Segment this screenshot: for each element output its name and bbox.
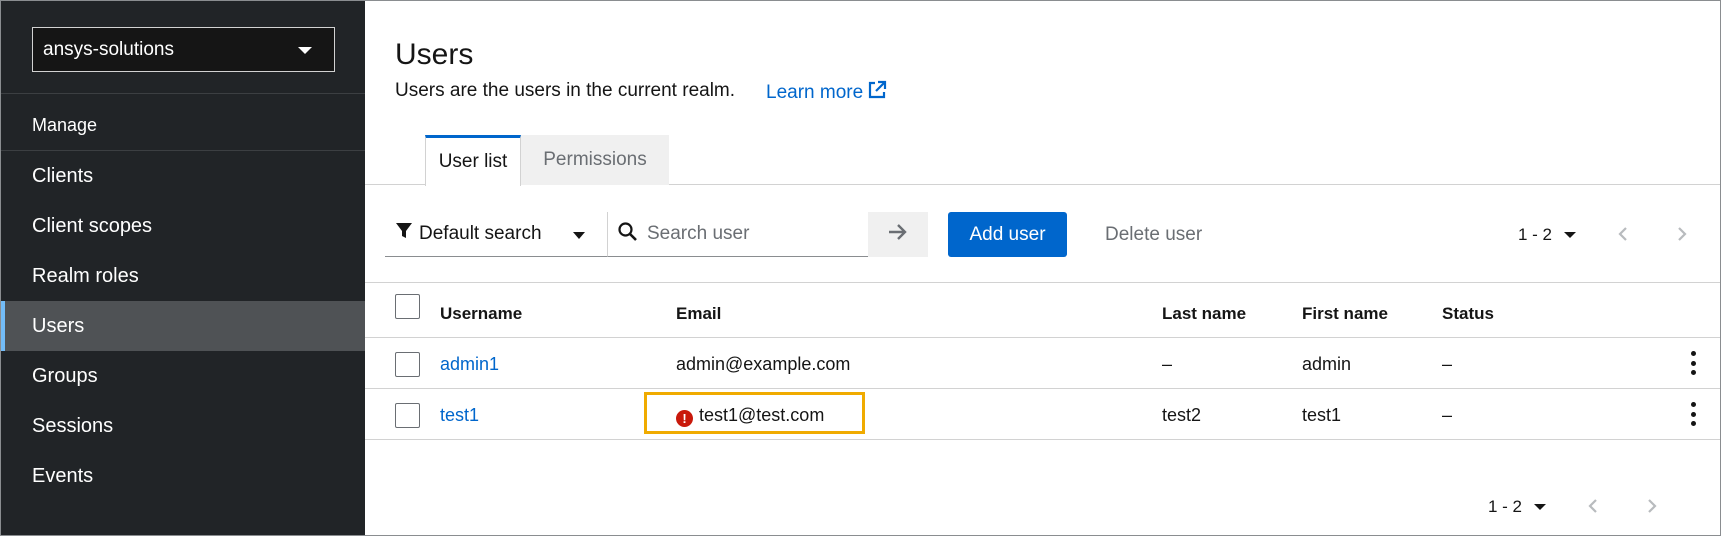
column-header-first-name[interactable]: First name	[1302, 304, 1388, 324]
delete-user-button[interactable]: Delete user	[1091, 212, 1216, 257]
first-name-cell: admin	[1302, 354, 1352, 374]
footer-previous-page-button[interactable]	[1573, 484, 1613, 529]
sidebar-item-label: Client scopes	[32, 214, 153, 237]
realm-selector-label: ansys-solutions	[43, 38, 174, 60]
sidebar-item-label: Sessions	[32, 414, 114, 437]
table-header-row: Username Email Last name First name Stat…	[365, 282, 1720, 338]
kebab-menu-icon[interactable]	[1688, 402, 1698, 426]
chevron-right-icon	[1647, 494, 1657, 520]
sidebar-item-clients[interactable]: Clients	[1, 151, 365, 201]
search-submit-button[interactable]	[868, 212, 928, 257]
caret-down-icon	[1564, 231, 1577, 238]
sidebar-item-label: Events	[32, 464, 94, 487]
previous-page-button[interactable]	[1603, 212, 1643, 257]
main-content: Users Users are the users in the current…	[365, 1, 1720, 535]
sidebar-item-label: Realm roles	[32, 264, 139, 287]
sidebar-item-client-scopes[interactable]: Client scopes	[1, 201, 365, 251]
table-row: test1 ! test1@test.com test2 test1 –	[365, 389, 1720, 440]
page-title: Users	[395, 38, 474, 71]
divider	[1, 93, 365, 94]
learn-more-label: Learn more	[766, 82, 864, 103]
app-window: ansys-solutions Manage Clients Client sc…	[0, 0, 1721, 536]
sidebar: ansys-solutions Manage Clients Client sc…	[1, 1, 365, 535]
sidebar-item-events[interactable]: Events	[1, 451, 365, 501]
footer-pagination-toggle[interactable]: 1 - 2	[1488, 484, 1547, 529]
sidebar-item-label: Clients	[32, 164, 94, 187]
column-header-username[interactable]: Username	[440, 304, 522, 324]
tab-label: User list	[438, 151, 508, 172]
next-page-button[interactable]	[1662, 212, 1702, 257]
chevron-left-icon	[1588, 494, 1598, 520]
search-type-label: Default search	[419, 223, 542, 244]
kebab-menu-icon[interactable]	[1688, 351, 1698, 375]
pagination-toggle[interactable]: 1 - 2	[1518, 212, 1577, 257]
search-type-dropdown[interactable]: Default search	[385, 212, 607, 257]
filter-icon	[395, 222, 413, 246]
search-icon	[618, 222, 637, 246]
last-name-cell: –	[1162, 354, 1173, 374]
status-cell: –	[1442, 354, 1453, 374]
nav-section-title: Manage	[32, 115, 98, 135]
caret-down-icon	[298, 47, 312, 54]
arrow-right-icon	[888, 223, 908, 246]
tab-user-list[interactable]: User list	[425, 135, 521, 186]
email-cell: admin@example.com	[676, 354, 851, 374]
caret-down-icon	[573, 232, 585, 239]
realm-selector[interactable]: ansys-solutions	[32, 27, 335, 72]
tab-permissions[interactable]: Permissions	[521, 135, 669, 185]
column-header-last-name[interactable]: Last name	[1162, 304, 1246, 324]
search-box	[607, 212, 868, 257]
search-user-input[interactable]	[647, 223, 857, 245]
username-link[interactable]: test1	[440, 405, 479, 426]
row-checkbox[interactable]	[395, 352, 420, 377]
column-header-email[interactable]: Email	[676, 304, 721, 324]
sidebar-item-label: Users	[32, 314, 85, 337]
sidebar-item-users[interactable]: Users	[1, 301, 365, 351]
tab-label: Permissions	[543, 149, 647, 170]
first-name-cell: test1	[1302, 405, 1342, 425]
username-link[interactable]: admin1	[440, 354, 499, 375]
add-user-button[interactable]: Add user	[948, 212, 1067, 257]
status-cell: –	[1442, 405, 1453, 425]
learn-more-link[interactable]: Learn more	[766, 80, 887, 106]
column-header-status[interactable]: Status	[1442, 304, 1494, 324]
footer-next-page-button[interactable]	[1632, 484, 1672, 529]
sidebar-item-groups[interactable]: Groups	[1, 351, 365, 401]
last-name-cell: test2	[1162, 405, 1202, 425]
sidebar-item-realm-roles[interactable]: Realm roles	[1, 251, 365, 301]
chevron-left-icon	[1618, 222, 1628, 248]
caret-down-icon	[1534, 503, 1547, 510]
sidebar-item-sessions[interactable]: Sessions	[1, 401, 365, 451]
sidebar-item-label: Groups	[32, 364, 98, 387]
pagination-label: 1 - 2	[1518, 224, 1553, 244]
external-link-icon	[867, 80, 887, 106]
select-all-checkbox[interactable]	[395, 294, 420, 319]
tab-bar: User list Permissions	[365, 135, 1720, 186]
chevron-right-icon	[1677, 222, 1687, 248]
table-row: admin1 admin@example.com – admin –	[365, 338, 1720, 389]
row-checkbox[interactable]	[395, 403, 420, 428]
highlight-box	[644, 392, 865, 434]
pagination-label: 1 - 2	[1488, 496, 1523, 516]
page-description: Users are the users in the current realm…	[395, 80, 736, 101]
